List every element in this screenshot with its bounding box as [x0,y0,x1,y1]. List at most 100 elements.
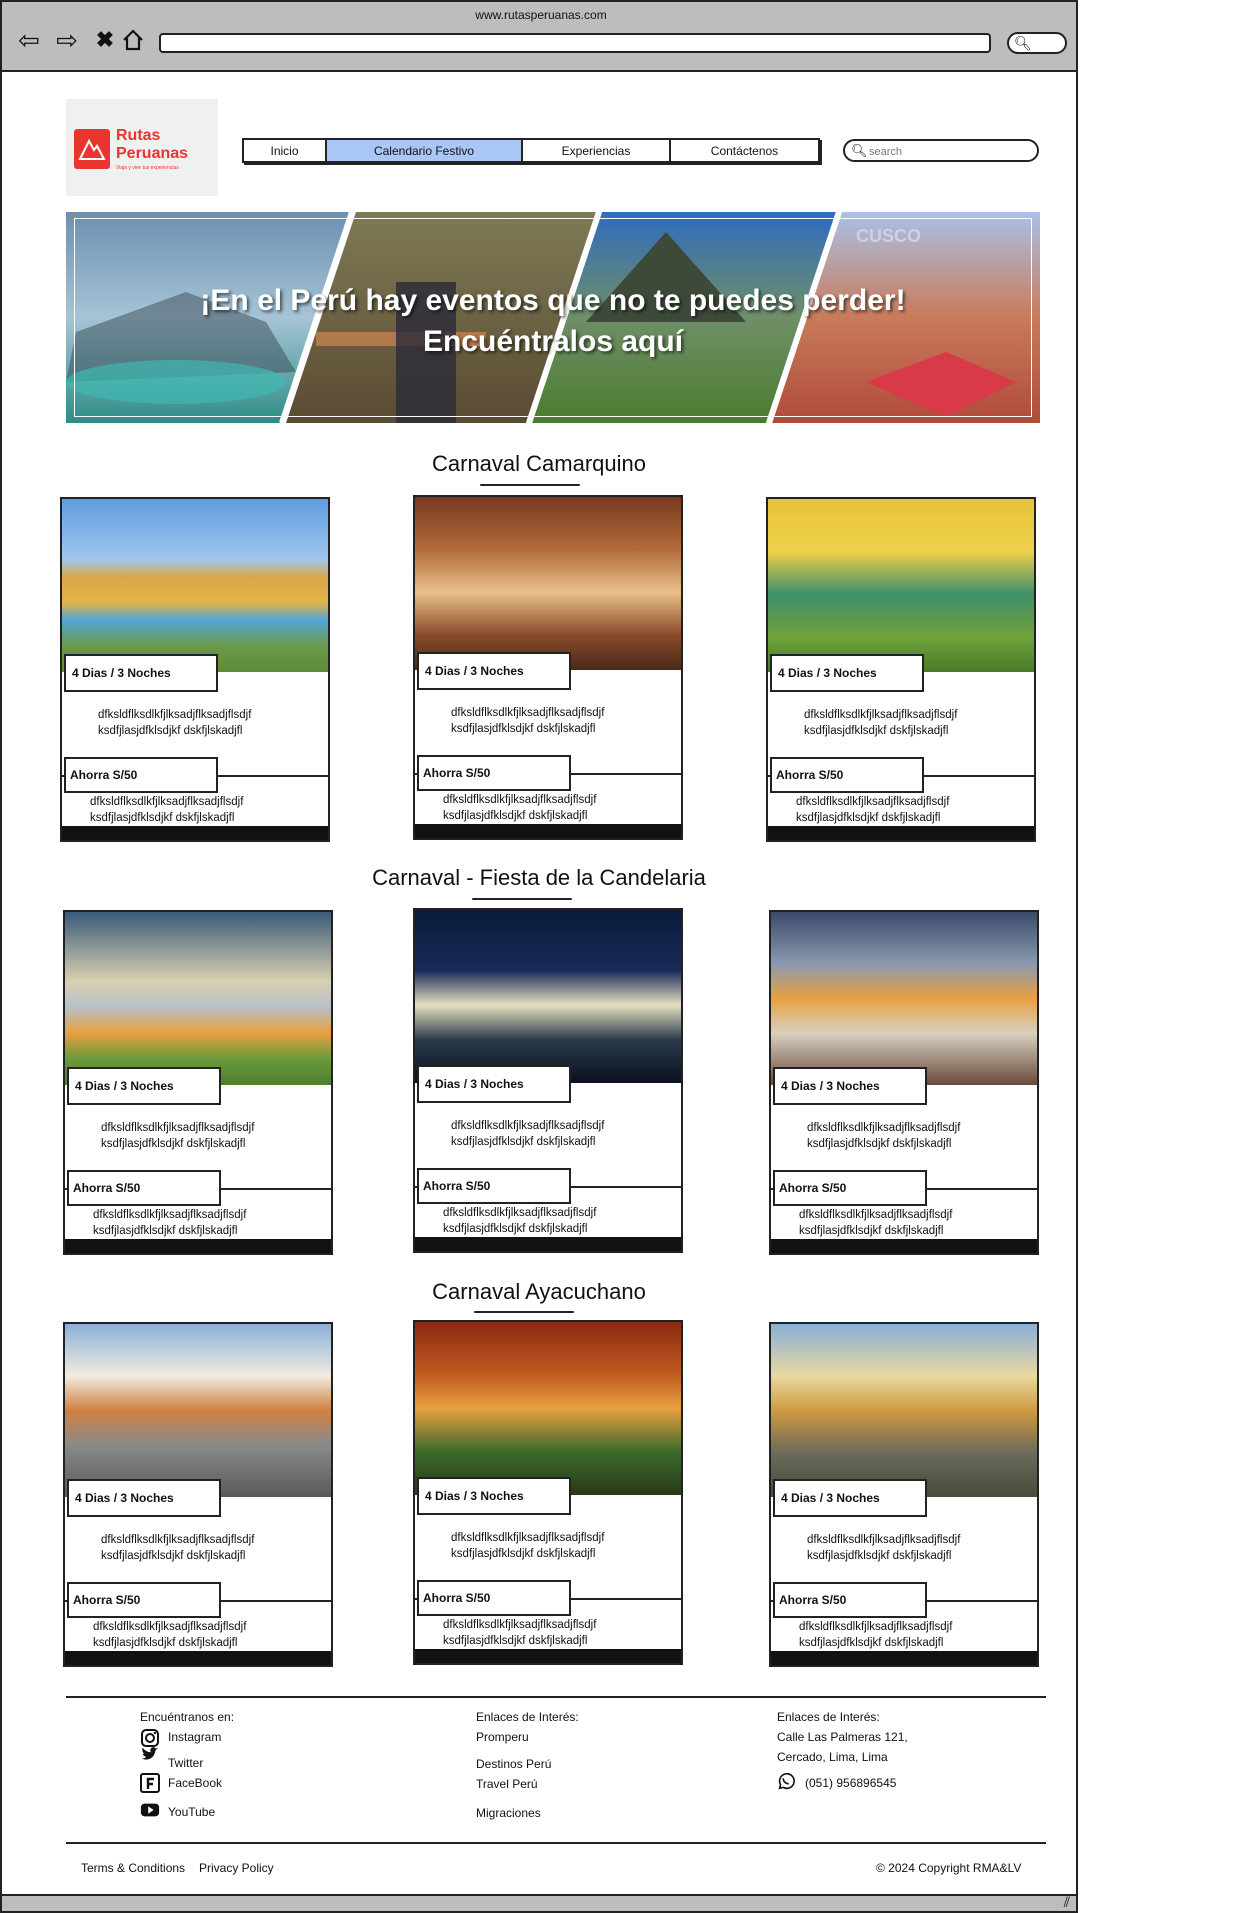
card-extra-text: dfksldflksdlkfjlksadjflksadjflsdjf ksdfj… [796,794,949,826]
offer-card[interactable]: 4 Dias / 3 Noches dfksldflksdlkfjlksadjf… [413,495,683,840]
copyright: © 2024 Copyright RMA&LV [876,1861,1022,1875]
card-description: dfksldflksdlkfjlksadjflksadjflsdjf ksdfj… [807,1532,960,1564]
menu-item-contactenos[interactable]: Contáctenos [671,140,818,161]
social-title: Encuéntranos en: [140,1710,235,1724]
section-title: Carnaval Ayacuchano [432,1279,646,1304]
home-icon[interactable] [118,26,148,54]
browser-search-field[interactable]: 🔍︎ [1007,32,1067,54]
offer-card[interactable]: 4 Dias / 3 Noches dfksldflksdlkfjlksadjf… [63,910,333,1255]
card-description: dfksldflksdlkfjlksadjflksadjflsdjf ksdfj… [98,707,251,739]
social-link-twitter[interactable]: Twitter [168,1756,203,1770]
offer-card[interactable]: 4 Dias / 3 Noches dfksldflksdlkfjlksadjf… [769,1322,1039,1667]
phone-number[interactable]: (051) 956896545 [805,1776,896,1790]
hotel-photo [771,1324,1037,1497]
description-line: dfksldflksdlkfjlksadjflksadjflsdjf [98,709,252,721]
browser-toolbar: www.rutasperuanas.com ⇦ ⇨ ✖ 🔍︎ [0,0,1078,72]
hero-watermark: CUSCO [856,226,922,246]
resize-grip-icon[interactable]: ⫽ [1064,1894,1070,1911]
card-extra-text: dfksldflksdlkfjlksadjflksadjflsdjf ksdfj… [93,1619,246,1651]
menu-item-calendario-festivo[interactable]: Calendario Festivo [327,140,523,161]
duration-badge: 4 Dias / 3 Noches [67,1479,221,1517]
search-input[interactable] [867,143,1031,160]
price-badge: Ahorra S/50 [67,1582,221,1618]
link-travel-peru[interactable]: Travel Perú [476,1777,538,1791]
logo-tagline: Viaja y vive tus experiencias [116,165,179,171]
social-link-youtube[interactable]: YouTube [168,1805,215,1819]
offer-card[interactable]: 4 Dias / 3 Noches dfksldflksdlkfjlksadjf… [413,1320,683,1665]
hotel-photo [415,910,681,1083]
hotel-photo [768,499,1034,672]
card-footer-bar [771,1239,1037,1253]
extra-line: ksdfjlasjdfklsdjkf dskfjlskadjfl [93,1225,238,1237]
duration-badge: 4 Dias / 3 Noches [770,654,924,692]
card-footer-bar [62,826,328,840]
offer-card[interactable]: 4 Dias / 3 Noches dfksldflksdlkfjlksadjf… [413,908,683,1253]
forward-arrow-icon[interactable]: ⇨ [52,26,82,54]
duration-badge: 4 Dias / 3 Noches [773,1479,927,1517]
hero-banner: CUSCO ¡En el Perú hay eventos que no te … [66,212,1040,423]
description-line: ksdfjlasjdfklsdjkf dskfjlskadjfl [807,1550,952,1562]
hotel-photo [771,912,1037,1085]
extra-line: ksdfjlasjdfklsdjkf dskfjlskadjfl [90,812,235,824]
offer-card[interactable]: 4 Dias / 3 Noches dfksldflksdlkfjlksadjf… [60,497,330,842]
logo-name-line2: Peruanas [116,145,189,162]
link-promperu[interactable]: Promperu [476,1730,529,1744]
main-menu: Inicio Calendario Festivo Experiencias C… [242,138,820,163]
card-extra-text: dfksldflksdlkfjlksadjflksadjflsdjf ksdfj… [799,1207,952,1239]
site-logo[interactable]: Rutas Peruanas Viaja y vive tus experien… [66,99,218,196]
link-destinos-peru[interactable]: Destinos Perú [476,1757,551,1771]
link-migraciones[interactable]: Migraciones [476,1806,541,1820]
extra-line: ksdfjlasjdfklsdjkf dskfjlskadjfl [443,1635,588,1647]
card-description: dfksldflksdlkfjlksadjflksadjflsdjf ksdfj… [807,1120,960,1152]
duration-badge: 4 Dias / 3 Noches [67,1067,221,1105]
extra-line: dfksldflksdlkfjlksadjflksadjflsdjf [90,796,244,808]
links-title: Enlaces de Interés: [476,1710,579,1724]
card-extra-text: dfksldflksdlkfjlksadjflksadjflsdjf ksdfj… [799,1619,952,1651]
social-link-facebook[interactable]: FaceBook [168,1776,222,1790]
offer-card[interactable]: 4 Dias / 3 Noches dfksldflksdlkfjlksadjf… [766,497,1036,842]
card-description: dfksldflksdlkfjlksadjflksadjflsdjf ksdfj… [451,1530,604,1562]
duration-badge: 4 Dias / 3 Noches [417,652,571,690]
card-description: dfksldflksdlkfjlksadjflksadjflsdjf ksdfj… [451,705,604,737]
card-footer-bar [415,1237,681,1251]
extra-line: dfksldflksdlkfjlksadjflksadjflsdjf [796,796,950,808]
offer-card[interactable]: 4 Dias / 3 Noches dfksldflksdlkfjlksadjf… [63,1322,333,1667]
social-link-instagram[interactable]: Instagram [168,1730,221,1744]
card-footer-bar [65,1651,331,1665]
menu-item-experiencias[interactable]: Experiencias [523,140,671,161]
browser-status-bar: ⫽ [0,1894,1078,1913]
hotel-photo [65,1324,331,1497]
card-footer-bar [415,1649,681,1663]
address-line1: Calle Las Palmeras 121, [777,1730,908,1744]
description-line: dfksldflksdlkfjlksadjflksadjflsdjf [807,1122,961,1134]
close-icon[interactable]: ✖ [90,26,120,54]
card-description: dfksldflksdlkfjlksadjflksadjflsdjf ksdfj… [101,1120,254,1152]
search-icon: 🔍︎ [1014,35,1032,51]
card-extra-text: dfksldflksdlkfjlksadjflksadjflsdjf ksdfj… [443,1205,596,1237]
menu-item-inicio[interactable]: Inicio [244,140,327,161]
price-badge: Ahorra S/50 [64,757,218,793]
card-extra-text: dfksldflksdlkfjlksadjflksadjflsdjf ksdfj… [443,792,596,824]
offer-card[interactable]: 4 Dias / 3 Noches dfksldflksdlkfjlksadjf… [769,910,1039,1255]
description-line: ksdfjlasjdfklsdjkf dskfjlskadjfl [451,1136,596,1148]
privacy-link[interactable]: Privacy Policy [199,1861,274,1875]
extra-line: ksdfjlasjdfklsdjkf dskfjlskadjfl [799,1637,944,1649]
duration-badge: 4 Dias / 3 Noches [773,1067,927,1105]
card-footer-bar [768,826,1034,840]
address-bar[interactable] [159,33,991,53]
back-arrow-icon[interactable]: ⇦ [14,26,44,54]
price-badge: Ahorra S/50 [417,1168,571,1204]
extra-line: ksdfjlasjdfklsdjkf dskfjlskadjfl [93,1637,238,1649]
youtube-icon[interactable] [140,1800,160,1820]
section-title: Carnaval Camarquino [432,451,646,476]
description-line: ksdfjlasjdfklsdjkf dskfjlskadjfl [804,725,949,737]
price-badge: Ahorra S/50 [773,1170,927,1206]
terms-link[interactable]: Terms & Conditions [81,1861,185,1875]
extra-line: dfksldflksdlkfjlksadjflksadjflsdjf [799,1621,953,1633]
extra-line: dfksldflksdlkfjlksadjflksadjflsdjf [93,1621,247,1633]
extra-line: dfksldflksdlkfjlksadjflksadjflsdjf [443,794,597,806]
twitter-icon[interactable] [140,1744,160,1764]
facebook-icon[interactable] [140,1773,160,1793]
description-line: ksdfjlasjdfklsdjkf dskfjlskadjfl [101,1138,246,1150]
url-text: www.rutasperuanas.com [475,8,607,22]
